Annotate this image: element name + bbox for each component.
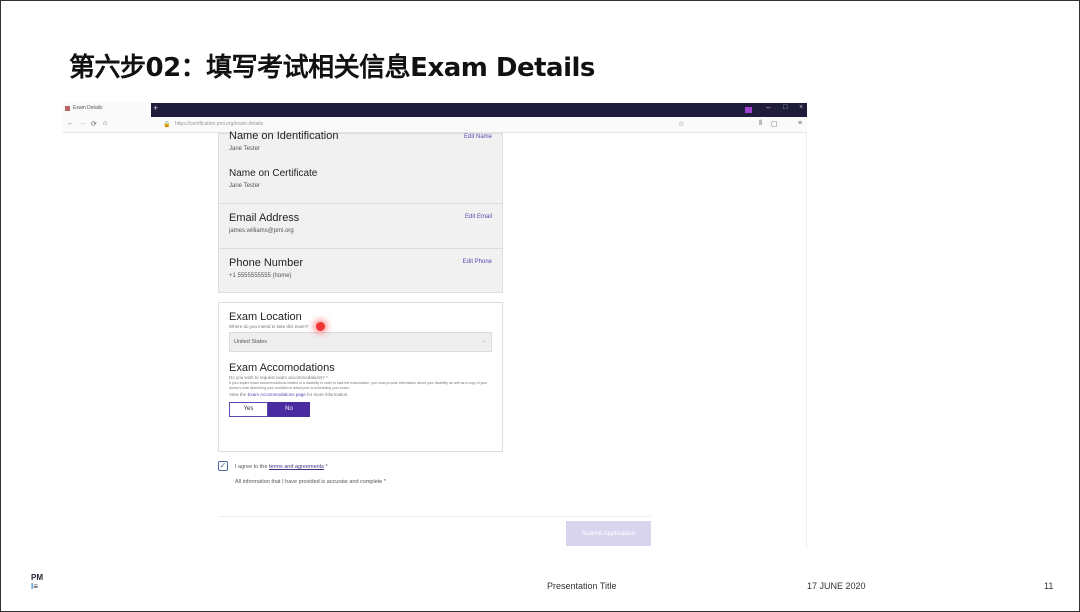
divider [218, 516, 651, 517]
selected-country: United States [234, 339, 267, 345]
accommodations-page-link[interactable]: Exam Accommodations page [247, 392, 305, 397]
footer-title: Presentation Title [547, 581, 617, 591]
new-tab-icon[interactable]: + [153, 103, 158, 113]
name-id-value: Jane Tester [229, 146, 338, 152]
link-suffix: for more information. [307, 392, 349, 397]
page-icon [65, 106, 70, 111]
email-label: Email Address [229, 212, 299, 224]
page-number: 11 [1044, 581, 1053, 591]
exam-card: Exam Location Where do you intend to tak… [218, 302, 503, 452]
exam-location-label: Exam Location [229, 311, 492, 323]
exam-accommodations-label: Exam Accomodations [229, 362, 492, 374]
reload-icon[interactable]: ⟳ [91, 120, 97, 128]
tab-exam-details[interactable]: Exam Details× [65, 105, 163, 111]
name-id-label: Name on Identification [229, 130, 338, 142]
accuracy-checkbox-label[interactable]: All information that I have provided is … [235, 479, 386, 485]
edit-phone-link[interactable]: Edit Phone [463, 259, 492, 265]
accommodations-info: If you require exam accommodations relat… [229, 381, 492, 391]
exam-location-select[interactable]: United States ⌄ [229, 332, 492, 352]
url-bar[interactable]: https://certification.pmi.org/exam-detai… [175, 121, 263, 127]
tab-bar: Exam Details× + – □ × [63, 103, 807, 117]
menu-icon[interactable]: ≡ [798, 120, 802, 127]
email-value: james.williams@pmi.org [229, 228, 299, 234]
cursor-highlight [316, 322, 325, 331]
chevron-down-icon: ⌄ [481, 338, 486, 344]
footer-date: 17 JUNE 2020 [807, 581, 866, 591]
name-cert-value: Jane Tester [229, 183, 317, 189]
tab-title: Exam Details [73, 105, 102, 111]
browser-toolbar: ← → ⟳ ⌂ 🔒 https://certification.pmi.org/… [63, 117, 807, 133]
terms-prefix: I agree to the [235, 464, 267, 470]
phone-label: Phone Number [229, 257, 303, 269]
submit-application-button[interactable]: Submit Application [566, 521, 651, 546]
library-icon[interactable]: ⫴ [759, 120, 762, 128]
exam-location-hint: Where do you intend to take this exam? [229, 323, 492, 330]
browser-window: Exam Details× + – □ × ← → ⟳ ⌂ 🔒 https://… [63, 103, 807, 548]
accommodations-question: Do you wish to request exam accommodatio… [229, 374, 492, 381]
name-cert-label: Name on Certificate [229, 168, 317, 179]
bookmark-icon[interactable]: ☆ [678, 120, 684, 128]
no-button[interactable]: No [268, 402, 310, 417]
slide-title: 第六步02：填写考试相关信息Exam Details [69, 47, 595, 84]
minimize-icon[interactable]: – [766, 103, 770, 112]
sidebar-icon[interactable]: ▢ [771, 120, 778, 128]
close-window-icon[interactable]: × [799, 104, 803, 111]
personal-details-card: Name on Identification Jane Tester Edit N… [218, 133, 503, 293]
forward-icon[interactable]: → [79, 120, 86, 127]
phone-value: +1 5555555555 (home) [229, 273, 303, 279]
extension-icon [745, 107, 752, 113]
lock-icon: 🔒 [163, 121, 170, 128]
maximize-icon[interactable]: □ [783, 104, 787, 111]
terms-required: * [326, 464, 328, 470]
terms-checkbox[interactable]: ✓ [218, 461, 228, 471]
edit-name-link[interactable]: Edit Name [464, 134, 492, 140]
terms-link[interactable]: terms and agreements [269, 464, 324, 470]
back-icon[interactable]: ← [67, 120, 74, 127]
edit-email-link[interactable]: Edit Email [465, 214, 492, 220]
yes-button[interactable]: Yes [229, 402, 268, 417]
pmi-logo: PMI≡ [31, 573, 49, 591]
tab-strip: + – □ × [151, 103, 807, 117]
link-prefix: View the [229, 392, 246, 397]
home-icon[interactable]: ⌂ [103, 120, 107, 127]
